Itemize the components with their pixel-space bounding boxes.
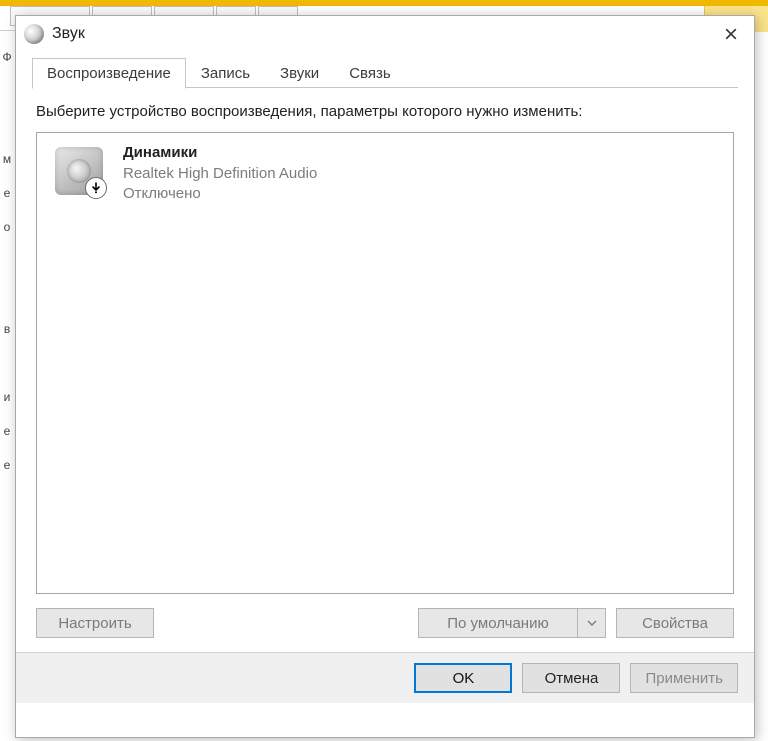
set-default-splitbutton: По умолчанию: [418, 608, 606, 638]
button-label: Настроить: [58, 615, 131, 632]
set-default-dropdown: [578, 608, 606, 638]
properties-button: Свойства: [616, 608, 734, 638]
tab-label: Воспроизведение: [47, 65, 171, 82]
button-label: Свойства: [642, 615, 708, 632]
device-icon-wrap: [47, 143, 111, 199]
button-label: Применить: [645, 670, 723, 687]
tab-communications[interactable]: Связь: [334, 58, 405, 88]
device-status: Отключено: [123, 184, 317, 204]
device-name: Динамики: [123, 143, 317, 163]
sound-app-icon: [24, 24, 44, 44]
dialog-bottom-bar: OK Отмена Применить: [16, 653, 754, 703]
button-label: Отмена: [545, 670, 599, 687]
device-driver: Realtek High Definition Audio: [123, 164, 317, 184]
cancel-button[interactable]: Отмена: [522, 663, 620, 693]
tab-label: Связь: [349, 65, 390, 82]
chevron-down-icon: [587, 618, 597, 628]
titlebar: Звук: [16, 16, 754, 52]
tab-playback[interactable]: Воспроизведение: [32, 58, 186, 89]
configure-button: Настроить: [36, 608, 154, 638]
close-button[interactable]: [708, 16, 754, 52]
ok-button[interactable]: OK: [414, 663, 512, 693]
window-title: Звук: [52, 25, 85, 43]
button-label: По умолчанию: [447, 615, 548, 632]
disabled-overlay-icon: [85, 177, 107, 199]
device-action-row: Настроить По умолчанию Свойства: [36, 608, 734, 638]
instruction-text: Выберите устройство воспроизведения, пар…: [36, 102, 734, 122]
button-label: OK: [453, 670, 475, 687]
tabs: Воспроизведение Запись Звуки Связь: [32, 56, 738, 88]
close-icon: [725, 28, 737, 40]
sound-dialog: Звук Воспроизведение Запись Звуки Связь …: [15, 15, 755, 738]
apply-button: Применить: [630, 663, 738, 693]
tab-label: Звуки: [280, 65, 319, 82]
set-default-button: По умолчанию: [418, 608, 578, 638]
tab-sounds[interactable]: Звуки: [265, 58, 334, 88]
tab-recording[interactable]: Запись: [186, 58, 265, 88]
device-row[interactable]: Динамики Realtek High Definition Audio О…: [43, 139, 727, 208]
device-list[interactable]: Динамики Realtek High Definition Audio О…: [36, 132, 734, 594]
tab-label: Запись: [201, 65, 250, 82]
device-text: Динамики Realtek High Definition Audio О…: [111, 143, 317, 204]
